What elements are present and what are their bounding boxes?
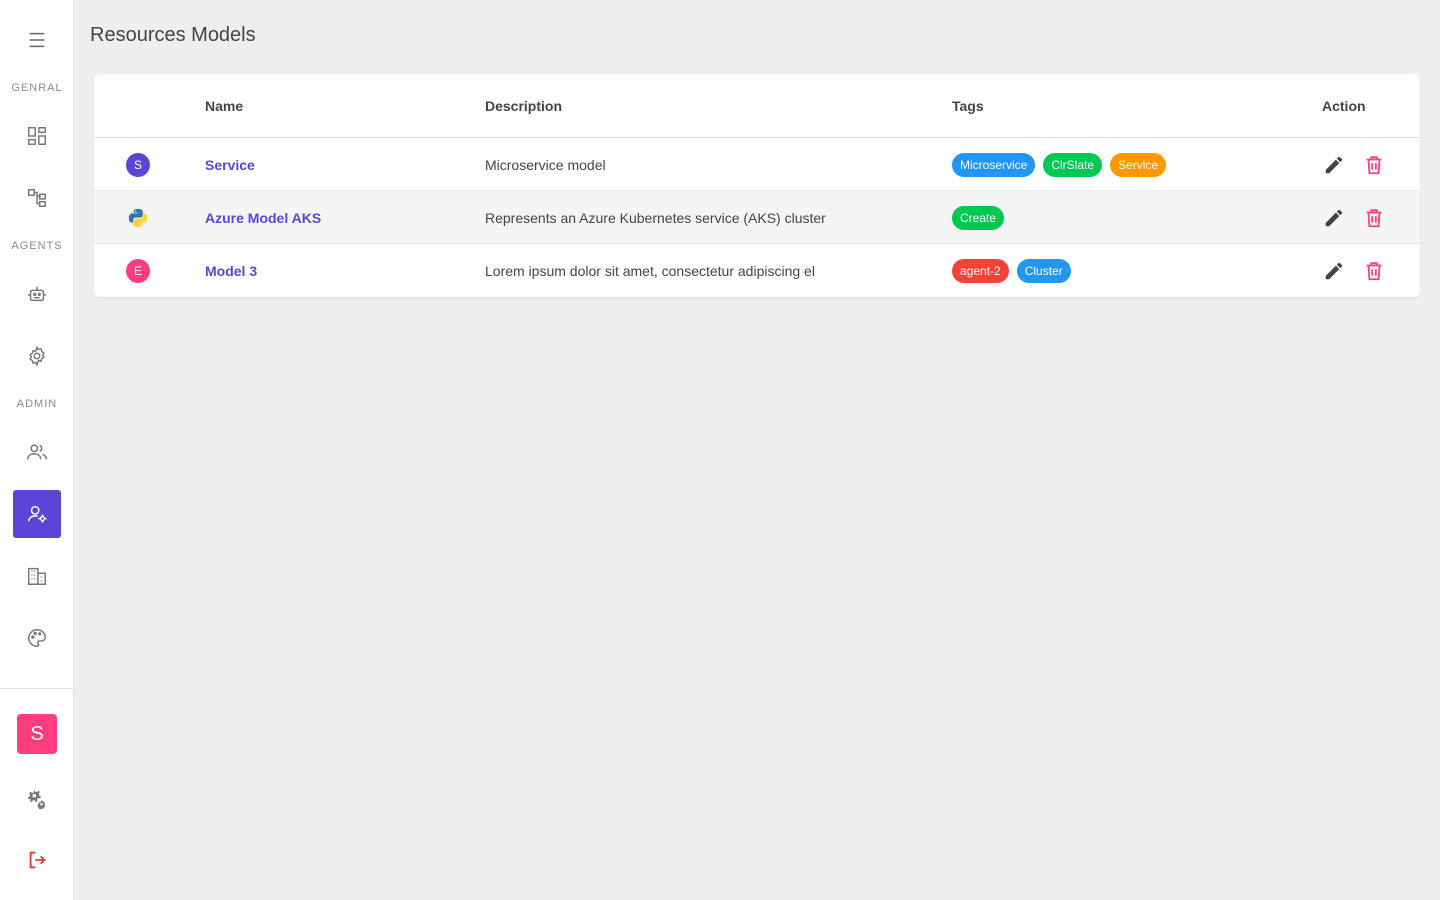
row-tags: Microservice ClrSlate Service [952, 153, 1167, 177]
sidebar-section-admin: ADMIN [16, 398, 58, 410]
table-row[interactable]: Azure Model AKS Represents an Azure Kube… [94, 191, 1420, 244]
column-header-name: Name [205, 98, 244, 114]
sidebar-section-agents: AGENTS [11, 240, 63, 252]
python-icon [126, 206, 150, 230]
row-avatar: E [126, 259, 150, 283]
menu-icon[interactable] [13, 16, 61, 64]
palette-icon[interactable] [13, 614, 61, 662]
tag-badge: Service [1110, 153, 1167, 177]
gears-icon[interactable] [13, 774, 61, 822]
row-name-link[interactable]: Model 3 [205, 263, 257, 279]
row-description: Represents an Azure Kubernetes service (… [485, 210, 826, 226]
table-row[interactable]: E Model 3 Lorem ipsum dolor sit amet, co… [94, 244, 1420, 297]
table-row[interactable]: S Service Microservice model Microservic… [94, 138, 1420, 191]
row-description: Microservice model [485, 157, 606, 173]
row-tags: agent-2 Cluster [952, 259, 1071, 283]
row-name-link[interactable]: Service [205, 157, 255, 173]
users-icon[interactable] [13, 428, 61, 476]
page-title: Resources Models [90, 24, 256, 46]
row-avatar: S [126, 153, 150, 177]
settings-icon[interactable] [13, 332, 61, 380]
edit-icon[interactable] [1322, 259, 1346, 283]
sidebar-section-general: GENRAL [11, 82, 63, 94]
tag-badge: agent-2 [952, 259, 1009, 283]
column-header-description: Description [485, 98, 563, 114]
edit-icon[interactable] [1322, 206, 1346, 230]
dashboard-icon[interactable] [13, 112, 61, 160]
sidebar: GENRAL AGENTS ADMIN S [0, 0, 74, 900]
table-header: Name Description Tags Action [94, 74, 1420, 138]
tag-badge: Microservice [952, 153, 1036, 177]
row-description: Lorem ipsum dolor sit amet, consectetur … [485, 263, 815, 279]
tag-badge: Cluster [1016, 259, 1071, 283]
delete-icon[interactable] [1362, 259, 1386, 283]
tag-badge: Create [952, 206, 1005, 230]
resources-table: Name Description Tags Action S Service M… [94, 74, 1420, 297]
logout-icon[interactable] [13, 836, 61, 884]
sidebar-divider [0, 688, 74, 689]
row-name-link[interactable]: Azure Model AKS [205, 210, 321, 226]
column-header-tags: Tags [952, 98, 984, 114]
user-settings-icon[interactable] [13, 490, 61, 538]
hierarchy-icon[interactable] [13, 174, 61, 222]
column-header-action: Action [1322, 98, 1366, 114]
delete-icon[interactable] [1362, 206, 1386, 230]
user-avatar[interactable]: S [17, 714, 57, 754]
row-tags: Create [952, 206, 1005, 230]
robot-icon[interactable] [13, 270, 61, 318]
tag-badge: ClrSlate [1043, 153, 1103, 177]
building-icon[interactable] [13, 552, 61, 600]
delete-icon[interactable] [1362, 153, 1386, 177]
edit-icon[interactable] [1322, 153, 1346, 177]
